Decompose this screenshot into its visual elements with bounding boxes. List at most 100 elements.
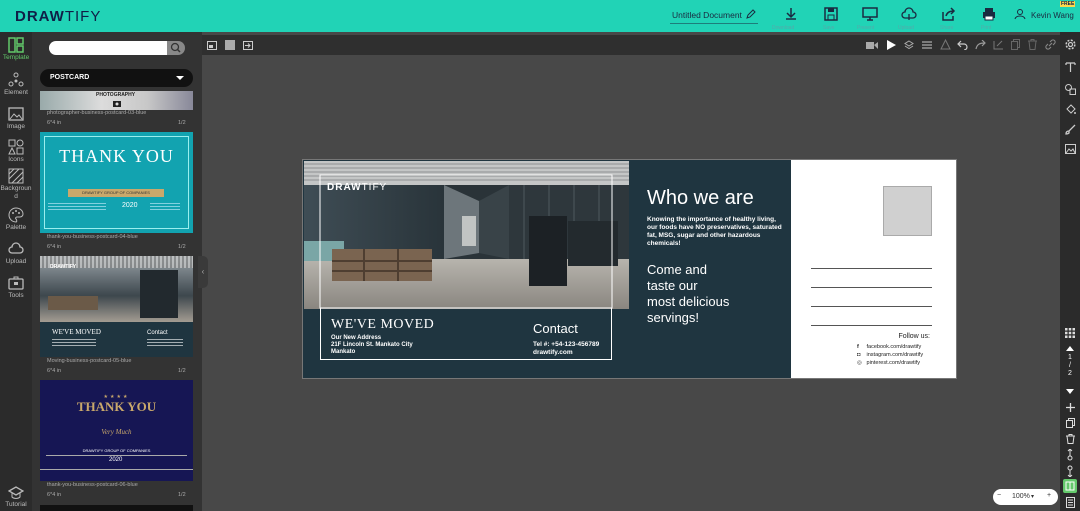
guide-button[interactable] xyxy=(1063,479,1077,493)
contact-website[interactable]: drawtify.com xyxy=(533,349,573,356)
moved-title[interactable]: WE'VE MOVED xyxy=(331,317,434,333)
template-thumb[interactable] xyxy=(40,505,193,511)
who-body[interactable]: Knowing the importance of healthy living… xyxy=(647,216,787,248)
postcard-front-left: DRAWTIFY WE'VE MOVED Our New Address 21F… xyxy=(303,160,630,378)
play-icon[interactable] xyxy=(887,40,896,50)
page-total: 2 xyxy=(1068,370,1072,377)
thumb-contact-lines xyxy=(150,203,180,211)
import-icon[interactable] xyxy=(243,41,253,50)
brush-icon[interactable] xyxy=(1065,124,1076,135)
thumb-divider xyxy=(46,455,187,456)
grid-icon[interactable] xyxy=(1065,328,1075,338)
rail-label: Icons xyxy=(8,156,24,163)
address-label[interactable]: Our New Address xyxy=(331,335,381,341)
template-search-input[interactable] xyxy=(49,41,167,55)
edit-title-icon[interactable] xyxy=(745,8,757,20)
come-taste-text[interactable]: Come and taste our most delicious servin… xyxy=(647,262,729,326)
contact-title[interactable]: Contact xyxy=(533,321,578,336)
chevron-left-icon: ‹ xyxy=(201,267,205,276)
settings-icon[interactable] xyxy=(1065,39,1076,50)
user-icon[interactable] xyxy=(1014,8,1026,20)
address-line-2[interactable]: Mankato xyxy=(331,349,355,355)
follow-label[interactable]: Follow us: xyxy=(898,333,930,340)
collapse-panel-button[interactable]: ‹ xyxy=(198,256,208,288)
social-item[interactable]: f facebook.com/drawtify xyxy=(857,343,935,351)
background-color-icon[interactable] xyxy=(225,40,235,50)
who-title[interactable]: Who we are xyxy=(647,187,754,210)
duplicate-page-icon[interactable] xyxy=(1066,418,1075,428)
add-page-icon[interactable] xyxy=(1066,403,1075,412)
cloud-icon[interactable] xyxy=(901,6,917,22)
social-item[interactable]: ◘ instagram.com/drawtify xyxy=(857,351,935,359)
delete-page-icon[interactable] xyxy=(1066,434,1075,444)
category-select[interactable]: POSTCARD xyxy=(40,69,193,87)
share-icon[interactable] xyxy=(941,6,957,22)
redo-icon[interactable] xyxy=(975,40,986,50)
template-thumb[interactable]: PHOTOGRAPHY xyxy=(40,91,193,110)
align-icon[interactable] xyxy=(922,40,932,50)
search-icon xyxy=(170,42,181,53)
copy-icon[interactable] xyxy=(1011,39,1020,50)
tutorial-icon xyxy=(8,486,24,499)
fit-screen-icon[interactable] xyxy=(207,41,217,50)
thumb-logo-bold: DRAW xyxy=(50,264,66,270)
flip-icon[interactable] xyxy=(993,40,1004,50)
document-title[interactable]: Untitled Document xyxy=(672,10,742,20)
social-item[interactable]: ◎ pinterest.com/drawtify xyxy=(857,359,935,367)
notes-icon[interactable] xyxy=(1066,497,1075,508)
shape-icon[interactable] xyxy=(1065,84,1076,95)
social-text: facebook.com/drawtify xyxy=(866,344,922,350)
move-page-up-icon[interactable] xyxy=(1067,449,1073,461)
rail-item-element[interactable]: Element xyxy=(0,72,32,96)
rail-item-template[interactable]: Template xyxy=(0,37,32,61)
template-thumb[interactable]: ★★★★ THANK YOU Very Much DRAWTIFY GROUP … xyxy=(40,380,193,481)
position-icon[interactable] xyxy=(940,39,951,50)
template-size: 6*4 in xyxy=(47,120,62,126)
layers-icon[interactable] xyxy=(904,40,914,50)
postcard-canvas[interactable]: DRAWTIFY WE'VE MOVED Our New Address 21F… xyxy=(302,159,957,379)
search-button[interactable] xyxy=(167,41,185,55)
link-icon[interactable] xyxy=(1045,39,1056,50)
user-name[interactable]: Kevin Wang xyxy=(1031,11,1074,20)
address-line-1[interactable]: 21F Lincoln St. Mankato City xyxy=(331,342,413,348)
come-line: servings! xyxy=(647,310,700,325)
rail-item-upload[interactable]: Upload xyxy=(0,241,32,265)
rail-item-background[interactable]: Backgroun d xyxy=(0,168,32,201)
undo-icon[interactable] xyxy=(957,40,968,50)
zoom-dropdown-icon[interactable]: ▾ xyxy=(1031,493,1034,500)
template-pages: 1/2 xyxy=(178,244,186,250)
template-thumb[interactable]: THANK YOU DRAWTIFY GROUP OF COMPANIES 20… xyxy=(40,132,193,233)
download-icon[interactable] xyxy=(783,6,799,22)
page-down-icon[interactable] xyxy=(1066,389,1074,394)
rail-item-tutorial[interactable]: Tutorial xyxy=(0,484,32,508)
thumb-address-lines xyxy=(52,339,96,347)
present-icon[interactable] xyxy=(862,6,878,22)
zoom-in-button[interactable]: + xyxy=(1047,492,1051,499)
text-icon[interactable] xyxy=(1065,62,1076,73)
rail-item-tools[interactable]: Tools xyxy=(0,275,32,299)
interior-photo[interactable]: DRAWTIFY xyxy=(304,161,629,309)
thumb-title: THANK YOU xyxy=(40,146,193,166)
rail-item-image[interactable]: Image xyxy=(0,106,32,130)
page-up-icon[interactable] xyxy=(1066,346,1074,351)
paint-bucket-icon[interactable] xyxy=(1065,104,1076,115)
save-icon[interactable] xyxy=(823,6,839,22)
template-thumb[interactable]: DRAWTIFY WE'VE MOVED Contact xyxy=(40,256,193,357)
rail-item-palette[interactable]: Palette xyxy=(0,207,32,231)
delete-icon[interactable] xyxy=(1028,39,1037,50)
who-we-are-panel: Who we are Knowing the importance of hea… xyxy=(630,160,791,378)
zoom-level[interactable]: 100% xyxy=(1012,493,1030,500)
move-page-down-icon[interactable] xyxy=(1067,465,1073,477)
contact-phone[interactable]: Tel #: +54-123-456789 xyxy=(533,341,599,348)
address-line xyxy=(811,268,932,269)
zoom-out-button[interactable]: − xyxy=(997,492,1001,499)
upload-icon xyxy=(8,242,24,254)
video-icon[interactable] xyxy=(866,41,878,50)
photo-icon[interactable] xyxy=(1065,144,1076,154)
print-icon[interactable] xyxy=(981,6,997,22)
template-size: 6*4 in xyxy=(47,492,62,498)
app-logo[interactable]: DRAWTIFY xyxy=(15,8,101,25)
background-icon xyxy=(8,168,24,184)
rail-item-icons[interactable]: Icons xyxy=(0,139,32,163)
stamp-box[interactable] xyxy=(883,186,932,236)
